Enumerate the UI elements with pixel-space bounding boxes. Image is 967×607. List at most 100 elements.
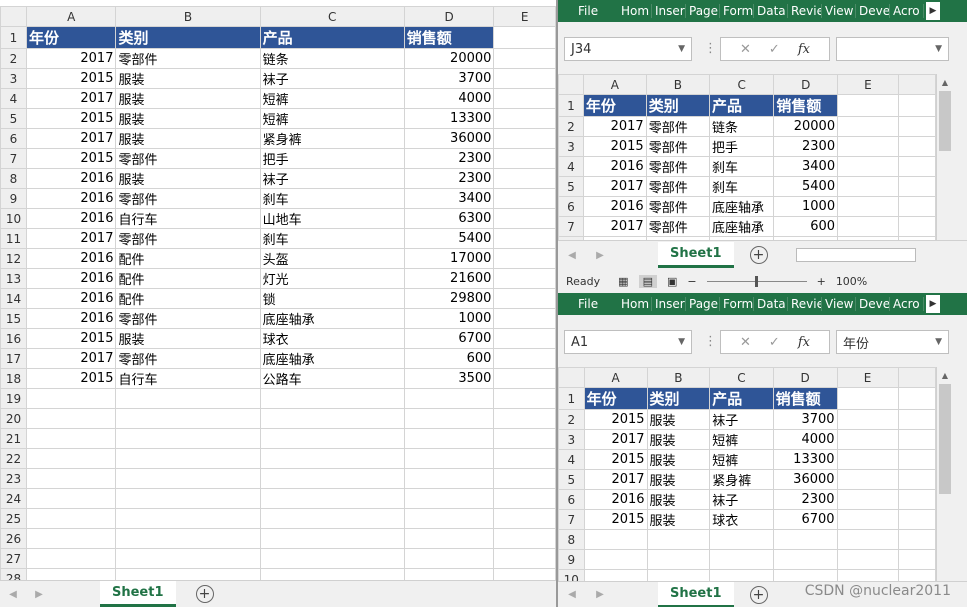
sheet-tab-sheet1[interactable]: Sheet1 bbox=[658, 242, 734, 268]
cell[interactable]: 类别 bbox=[645, 94, 710, 117]
cell[interactable] bbox=[493, 128, 556, 149]
cell[interactable]: 年份 bbox=[582, 94, 647, 117]
row-header[interactable]: 3 bbox=[558, 429, 585, 450]
ribbon-tab[interactable]: Acro bbox=[890, 4, 924, 18]
ribbon-tab[interactable]: Revie bbox=[788, 4, 822, 18]
cell[interactable]: 6700 bbox=[403, 328, 495, 349]
cell[interactable]: 服装 bbox=[115, 108, 261, 129]
cancel-icon[interactable]: ✕ bbox=[740, 42, 751, 57]
cell[interactable]: 球衣 bbox=[259, 328, 405, 349]
cell[interactable] bbox=[493, 248, 556, 269]
column-header[interactable] bbox=[897, 74, 936, 95]
chevron-down-icon[interactable]: ▼ bbox=[935, 44, 942, 54]
row-header[interactable]: 4 bbox=[558, 449, 585, 470]
sheet-tab-sheet1[interactable]: Sheet1 bbox=[100, 581, 176, 607]
ribbon-tab[interactable]: Inser bbox=[652, 297, 686, 311]
cell[interactable]: 零部件 bbox=[645, 176, 710, 197]
cell[interactable] bbox=[837, 136, 899, 157]
cancel-icon[interactable]: ✕ bbox=[740, 335, 751, 350]
cell[interactable] bbox=[403, 468, 495, 489]
normal-view-icon[interactable]: ▤ bbox=[638, 274, 657, 288]
cell[interactable] bbox=[646, 569, 711, 581]
vertical-scrollbar[interactable]: ▲ bbox=[936, 74, 953, 240]
name-box[interactable]: A1 ▼ bbox=[564, 330, 692, 354]
cell[interactable]: 刹车 bbox=[259, 228, 405, 249]
cell[interactable]: 刹车 bbox=[259, 188, 405, 209]
cell[interactable]: 2016 bbox=[25, 208, 117, 229]
cell[interactable]: 2017 bbox=[25, 228, 117, 249]
cell[interactable] bbox=[493, 168, 556, 189]
cell[interactable]: 20000 bbox=[403, 48, 495, 69]
cell[interactable]: 配件 bbox=[115, 248, 261, 269]
scroll-up-icon[interactable]: ▲ bbox=[937, 78, 953, 87]
cell[interactable]: 年份 bbox=[25, 26, 117, 49]
cell[interactable] bbox=[259, 448, 405, 469]
cell[interactable] bbox=[25, 408, 117, 429]
cell[interactable]: 零部件 bbox=[115, 228, 261, 249]
cell[interactable] bbox=[259, 428, 405, 449]
cell[interactable]: 2015 bbox=[25, 68, 117, 89]
sheet-scroll-left-icon[interactable]: ◀ bbox=[0, 589, 26, 600]
cell[interactable]: 2015 bbox=[25, 368, 117, 389]
cell[interactable]: 3400 bbox=[773, 156, 839, 177]
cell[interactable] bbox=[709, 529, 774, 550]
vertical-scrollbar[interactable]: ▲ bbox=[936, 367, 953, 581]
cell[interactable]: 4000 bbox=[772, 429, 838, 450]
cell[interactable]: 3700 bbox=[403, 68, 495, 89]
ribbon-tab[interactable]: File bbox=[558, 297, 618, 311]
cell[interactable] bbox=[493, 328, 556, 349]
page-layout-icon[interactable]: ▦ bbox=[618, 275, 628, 288]
cell[interactable] bbox=[493, 26, 556, 49]
cell[interactable] bbox=[115, 408, 261, 429]
cell[interactable] bbox=[259, 528, 405, 549]
cell[interactable] bbox=[836, 409, 899, 430]
cell[interactable]: 2015 bbox=[582, 136, 647, 157]
cell[interactable]: 零部件 bbox=[115, 188, 261, 209]
sheet-scroll-right-icon[interactable]: ▶ bbox=[586, 589, 614, 600]
row-header[interactable]: 8 bbox=[558, 529, 585, 550]
cell[interactable] bbox=[897, 196, 936, 217]
cell[interactable]: 自行车 bbox=[115, 368, 261, 389]
cell[interactable] bbox=[897, 489, 936, 510]
cell[interactable] bbox=[837, 116, 899, 137]
cell[interactable]: 2017 bbox=[583, 429, 648, 450]
cell[interactable]: 1000 bbox=[773, 196, 839, 217]
cell[interactable] bbox=[897, 156, 936, 177]
cell[interactable] bbox=[897, 429, 936, 450]
row-header[interactable]: 18 bbox=[0, 368, 27, 389]
cell[interactable]: 2015 bbox=[583, 409, 648, 430]
cell[interactable]: 底座轴承 bbox=[708, 196, 775, 217]
column-header[interactable]: A bbox=[25, 6, 117, 27]
cell[interactable]: 6700 bbox=[772, 509, 838, 530]
cell[interactable]: 3500 bbox=[403, 368, 495, 389]
cell[interactable]: 产品 bbox=[708, 94, 775, 117]
ribbon-tab[interactable]: Form bbox=[720, 297, 754, 311]
cell[interactable] bbox=[837, 94, 899, 117]
ribbon-tab[interactable]: Hom bbox=[618, 4, 652, 18]
cell[interactable] bbox=[583, 549, 648, 570]
horizontal-scrollbar[interactable] bbox=[795, 248, 916, 262]
scroll-up-icon[interactable]: ▲ bbox=[937, 371, 953, 380]
cell[interactable]: 短裤 bbox=[709, 449, 774, 470]
cell[interactable] bbox=[493, 408, 556, 429]
cell[interactable]: 36000 bbox=[403, 128, 495, 149]
cell[interactable]: 链条 bbox=[708, 116, 775, 137]
row-header[interactable]: 10 bbox=[558, 569, 585, 581]
sheet-tab-sheet1[interactable]: Sheet1 bbox=[658, 581, 734, 607]
cell[interactable] bbox=[493, 48, 556, 69]
cell[interactable]: 2015 bbox=[25, 108, 117, 129]
cell[interactable] bbox=[837, 176, 899, 197]
cell[interactable] bbox=[836, 489, 899, 510]
row-header[interactable]: 24 bbox=[0, 488, 27, 509]
cell[interactable] bbox=[709, 549, 774, 570]
cell[interactable]: 2017 bbox=[582, 116, 647, 137]
cell[interactable]: 零部件 bbox=[645, 216, 710, 237]
cell[interactable]: 36000 bbox=[772, 469, 838, 490]
ribbon-tab[interactable]: Acro bbox=[890, 297, 924, 311]
ribbon-tab[interactable]: Hom bbox=[618, 297, 652, 311]
column-header[interactable]: D bbox=[772, 367, 838, 388]
cell[interactable] bbox=[493, 468, 556, 489]
cell[interactable] bbox=[259, 388, 405, 409]
cell[interactable]: 销售额 bbox=[403, 26, 495, 49]
add-sheet-icon[interactable]: + bbox=[749, 585, 768, 604]
